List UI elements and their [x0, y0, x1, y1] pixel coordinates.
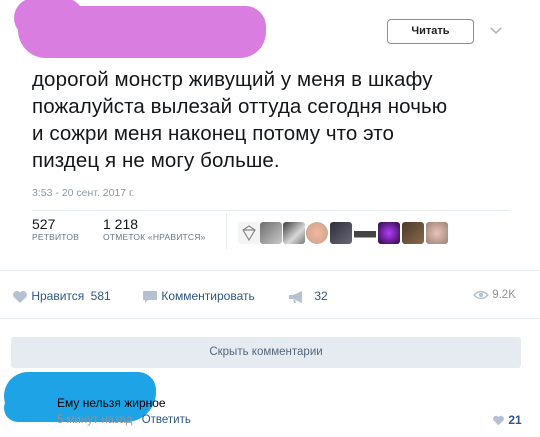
tweet-line: пиздец я не могу больше.: [32, 149, 280, 172]
tweet-line: дорогой монстр живущий у меня в шкафу: [32, 68, 433, 91]
divider: [0, 318, 540, 319]
comment-action[interactable]: Комментировать: [142, 289, 255, 304]
retweets-stat[interactable]: 527 РЕТВИТОВ: [32, 216, 79, 242]
heart-icon: [493, 416, 504, 426]
likes-stat[interactable]: 1 218 ОТМЕТОК «НРАВИТСЯ»: [103, 216, 206, 242]
avatar[interactable]: [378, 222, 400, 244]
reply-link[interactable]: Ответить: [142, 414, 191, 426]
hide-comments-button[interactable]: Скрыть комментарии: [11, 337, 521, 368]
avatar[interactable]: [402, 222, 424, 244]
tweet-line: пожалуйста вылезай оттуда сегодня ночью: [32, 95, 448, 118]
like-label: Нравится: [31, 289, 85, 303]
comment-like-count: 21: [508, 413, 522, 427]
megaphone-icon: [289, 290, 302, 303]
likes-count: 1 218: [103, 216, 139, 232]
comment-meta: 5 минут назад Ответить: [57, 414, 191, 426]
retweets-count: 527: [32, 216, 56, 232]
chevron-down-icon[interactable]: [488, 22, 504, 38]
follow-button[interactable]: Читать: [387, 19, 474, 44]
divider: [226, 213, 227, 249]
tweet-text: дорогой монстр живущий у меня в шкафу по…: [32, 66, 512, 174]
views-counter: 9.2K: [472, 289, 516, 302]
divider: [32, 210, 510, 211]
like-action[interactable]: Нравится 581: [12, 289, 111, 304]
avatar[interactable]: [306, 222, 328, 244]
comment-label: Комментировать: [161, 289, 255, 303]
comment-text: Ему нельзя жирное: [57, 396, 166, 410]
avatar[interactable]: [260, 222, 282, 244]
avatar[interactable]: [354, 222, 376, 244]
retweets-label: РЕТВИТОВ: [32, 232, 80, 242]
redacted-author: [14, 0, 266, 58]
heart-icon: [13, 290, 27, 303]
share-action[interactable]: 32: [288, 289, 328, 304]
eye-icon: [472, 290, 490, 300]
avatar[interactable]: [426, 222, 448, 244]
likes-label: ОТМЕТОК «НРАВИТСЯ»: [103, 232, 206, 242]
like-count: 581: [90, 289, 111, 303]
tweet-line: и сожри меня наконец потому что это: [32, 122, 395, 145]
tweet-timestamp[interactable]: 3:53 - 20 сент. 2017 г.: [32, 187, 134, 199]
divider: [0, 270, 540, 271]
avatar[interactable]: [283, 222, 305, 244]
avatar[interactable]: [330, 222, 352, 244]
comment-icon: [143, 290, 157, 303]
comment-time[interactable]: 5 минут назад: [57, 414, 132, 426]
comment-like[interactable]: 21: [492, 413, 522, 427]
share-count: 32: [314, 289, 328, 303]
avatar[interactable]: [238, 222, 260, 244]
views-count: 9.2K: [492, 289, 516, 302]
